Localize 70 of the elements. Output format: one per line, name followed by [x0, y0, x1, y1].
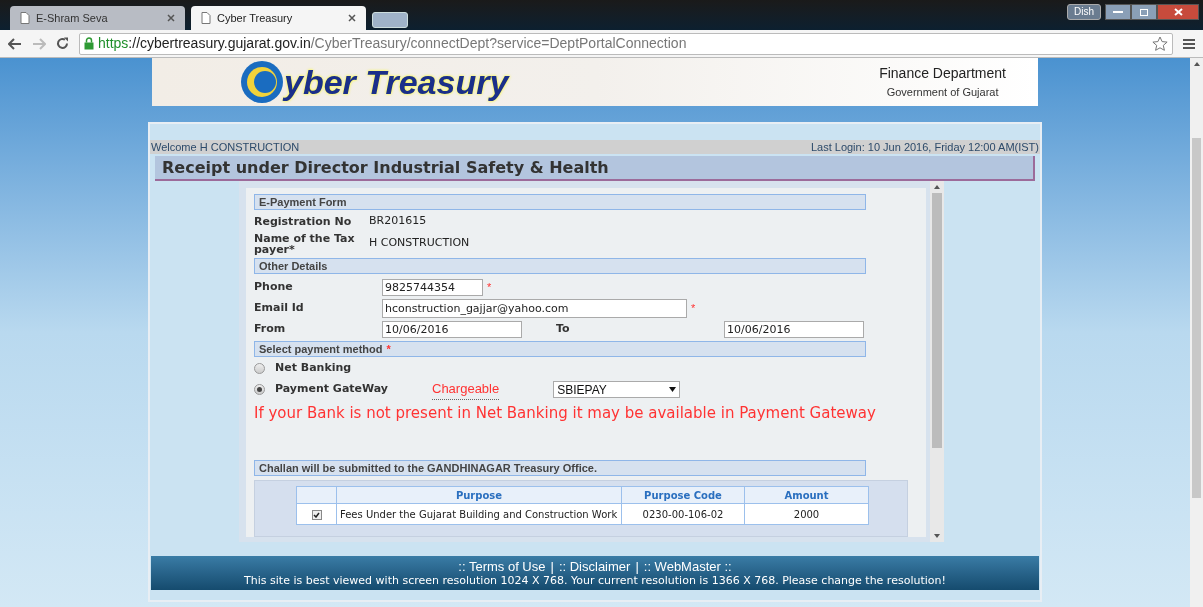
check-icon — [313, 511, 320, 518]
close-button[interactable] — [1157, 4, 1199, 20]
footer-link[interactable]: :: Terms of Use — [458, 558, 546, 574]
section-header: Other Details — [254, 257, 866, 274]
column-header: Amount — [744, 486, 869, 504]
back-icon[interactable] — [8, 37, 22, 50]
scroll-down-icon[interactable] — [934, 534, 940, 538]
close-icon[interactable] — [348, 14, 356, 22]
close-icon — [1173, 8, 1183, 16]
section-header: E-Payment Form — [254, 194, 866, 210]
page-icon — [20, 12, 30, 24]
globe-logo-icon — [240, 60, 284, 104]
required-mark: * — [691, 300, 696, 316]
row-checkbox[interactable] — [311, 509, 322, 520]
government-name: Government of Gujarat — [886, 85, 999, 101]
field-label: Registration No — [254, 215, 353, 227]
department-name: Finance Department — [879, 64, 1006, 84]
field-label: To — [556, 320, 571, 337]
footer-link[interactable]: :: WebMaster :: — [643, 558, 732, 574]
field-value: H CONSTRUCTION — [369, 235, 470, 252]
required-mark: * — [487, 279, 492, 295]
radio-button[interactable] — [254, 363, 265, 374]
minimize-button[interactable] — [1105, 4, 1131, 20]
gateway-notice: If your Bank is not present in Net Banking it may be available in Payment Gateway — [254, 402, 877, 424]
tab-title: E-Shram Seva — [36, 10, 109, 26]
section-title: Select payment method — [259, 341, 383, 356]
tab-title: Cyber Treasury — [217, 10, 294, 26]
scroll-up-icon[interactable] — [934, 185, 940, 189]
address-bar[interactable]: https://cybertreasury.gujarat.gov.in/CyberTreasury/connectDept?service=DeptPortalConnection — [79, 32, 1173, 55]
to-date-field[interactable]: 10/06/2016 — [724, 320, 864, 338]
scroll-up-icon[interactable] — [1193, 62, 1200, 66]
table-cell: 2000 — [744, 503, 869, 525]
reload-icon[interactable] — [56, 37, 69, 50]
email-field[interactable]: hconstruction_gajjar@yahoo.com — [382, 298, 687, 318]
last-login: Last Login: 10 Jun 2016, Friday 12:00 AM(IST) — [810, 139, 1039, 155]
star-icon[interactable] — [1152, 35, 1168, 52]
restore-button[interactable] — [1131, 4, 1157, 20]
page-icon — [201, 12, 211, 24]
close-icon[interactable] — [167, 14, 175, 22]
table-cell: 0230-00-106-02 — [621, 503, 745, 525]
field-label: Email Id — [254, 299, 305, 316]
welcome-text: Welcome H CONSTRUCTION — [151, 139, 300, 155]
page-title: Receipt under Director Industrial Safety & Health — [155, 156, 1035, 181]
radio-button[interactable] — [254, 384, 265, 395]
required-mark: * — [386, 341, 391, 356]
logo-text: yber Treasury — [284, 62, 509, 102]
column-header: Purpose — [336, 486, 622, 504]
from-date-field[interactable]: 10/06/2016 — [382, 320, 522, 338]
link-separator: | — [635, 558, 639, 574]
menu-icon[interactable] — [1183, 37, 1195, 50]
profile-badge[interactable]: Dish — [1067, 4, 1101, 20]
radio-label: Net Banking — [275, 360, 353, 377]
field-label: Name of the Tax payer* — [254, 232, 356, 255]
field-value: BR201615 — [369, 213, 427, 229]
phone-field[interactable]: 9825744354 — [382, 278, 483, 296]
caret-icon — [669, 387, 677, 392]
column-header: Purpose Code — [621, 486, 745, 504]
field-label: From — [254, 320, 287, 337]
browser-tab[interactable]: E-Shram Seva — [10, 6, 185, 30]
radio-label: Payment GateWay — [275, 381, 390, 398]
lock-icon — [84, 37, 94, 50]
table-cell: Fees Under the Gujarat Building and Construction Work — [336, 503, 622, 525]
footer-link[interactable]: :: Disclaimer — [558, 558, 631, 574]
link-separator: | — [550, 558, 554, 574]
challan-notice: Challan will be submitted to the GANDHINAGAR Treasury Office. — [254, 460, 866, 476]
field-label: Phone — [254, 278, 294, 295]
url-text: https://cybertreasury.gujarat.gov.in/CyberTreasury/connectDept?service=DeptPortalConnection — [98, 34, 687, 53]
gateway-dropdown[interactable]: SBIEPAY — [553, 381, 681, 398]
resolution-note: This site is best viewed with screen resolution 1024 X 768. Your current resolution is 1366 X 768. Please change the resolution! — [244, 573, 946, 588]
browser-tab[interactable]: Cyber Treasury — [191, 6, 366, 30]
